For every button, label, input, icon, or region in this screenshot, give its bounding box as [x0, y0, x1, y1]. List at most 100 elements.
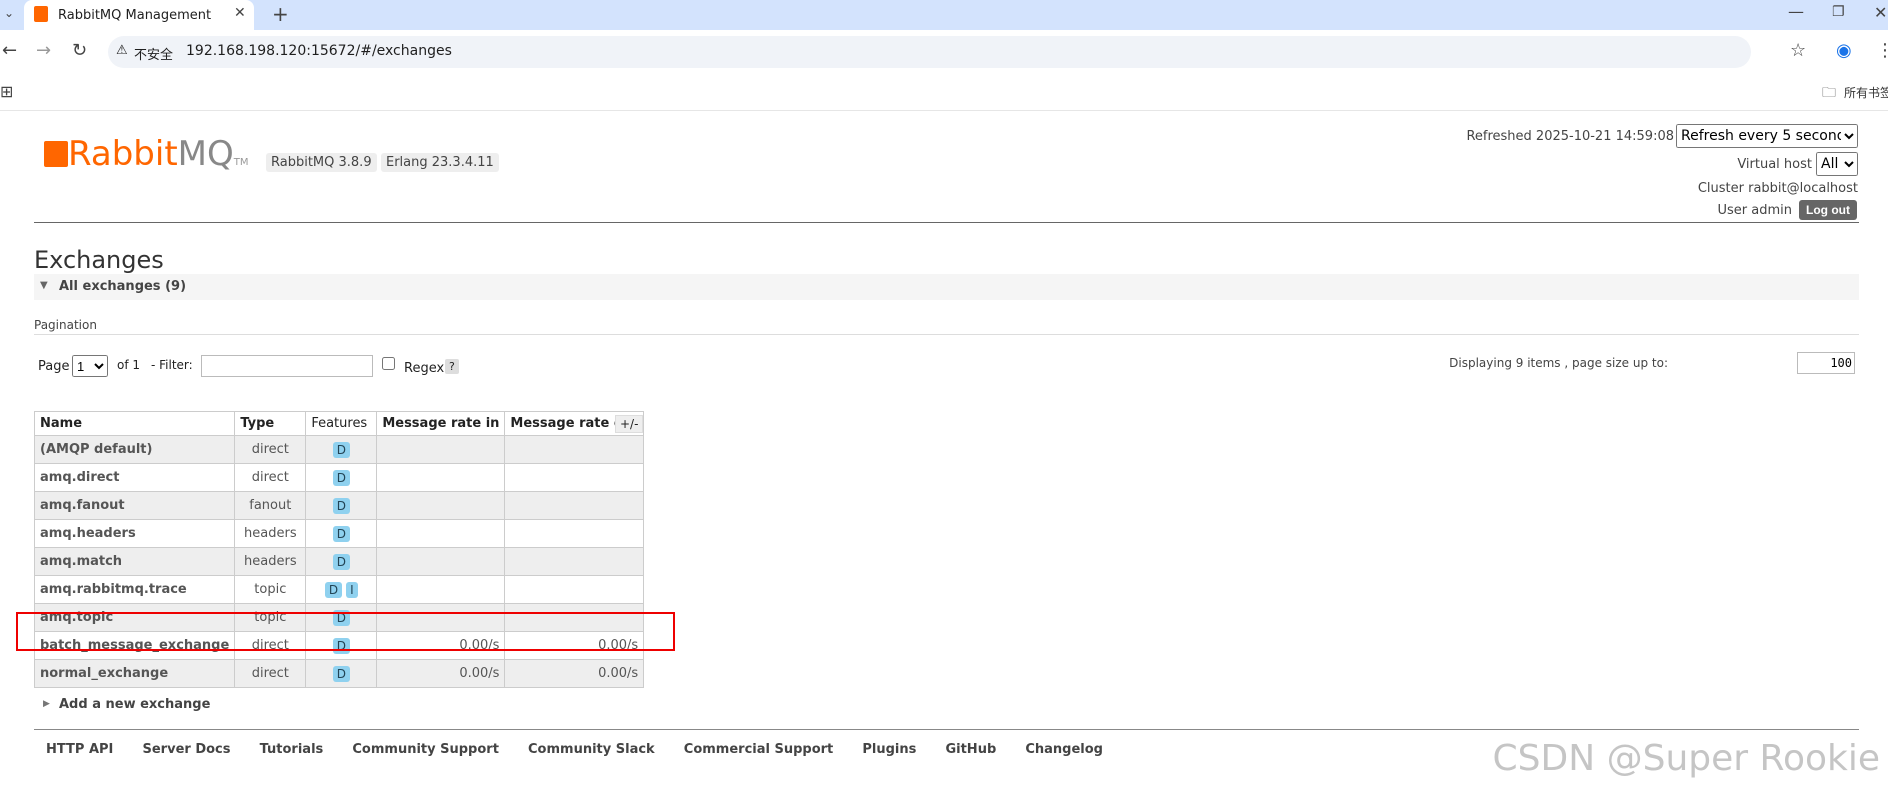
- filter-input[interactable]: [201, 355, 373, 377]
- forward-icon[interactable]: →: [36, 40, 51, 61]
- exchange-name-link[interactable]: amq.direct: [33, 463, 236, 492]
- minimize-icon[interactable]: —: [1788, 2, 1804, 21]
- tab-title: RabbitMQ Management: [58, 8, 212, 23]
- exchange-type: direct: [234, 435, 307, 464]
- durable-badge: D: [332, 525, 350, 542]
- warning-icon[interactable]: ⚠: [116, 43, 128, 58]
- table-row[interactable]: normal_exchange direct D 0.00/s 0.00/s: [33, 659, 645, 688]
- message-rate-in: [376, 547, 506, 576]
- url-text[interactable]: 192.168.198.120:15672/#/exchanges: [186, 43, 452, 59]
- message-rate-out: 0.00/s: [504, 659, 645, 688]
- virtual-host-label: Virtual host: [1737, 157, 1812, 172]
- page-select[interactable]: 1: [72, 355, 108, 377]
- bookmark-star-icon[interactable]: ☆: [1790, 40, 1806, 61]
- table-row[interactable]: amq.rabbitmq.trace topic D I: [33, 575, 645, 604]
- refreshed-time: Refreshed 2025-10-21 14:59:08: [1466, 129, 1674, 144]
- profile-icon[interactable]: ◉: [1836, 40, 1852, 61]
- all-bookmarks-label[interactable]: 所有书签: [1844, 84, 1888, 101]
- exchange-name-link[interactable]: (AMQP default): [33, 435, 236, 464]
- exchange-features: DI: [305, 575, 378, 604]
- table-row[interactable]: amq.headers headers D: [33, 519, 645, 548]
- durable-badge: D: [332, 665, 350, 682]
- columns-toggle-button[interactable]: +/-: [615, 415, 644, 433]
- durable-badge: D: [332, 497, 350, 514]
- message-rate-in: [376, 435, 506, 464]
- tab-search-icon[interactable]: ⌄: [4, 6, 14, 20]
- menu-icon[interactable]: ⋮: [1876, 40, 1888, 61]
- rabbitmq-favicon-icon: [34, 6, 48, 22]
- page-size-input[interactable]: [1797, 352, 1855, 374]
- durable-badge: D: [332, 469, 350, 486]
- section-title[interactable]: All exchanges (9): [59, 279, 186, 294]
- apps-grid-icon[interactable]: ⊞: [0, 82, 13, 101]
- table-header-row: Name Type Features Message rate in Messa…: [33, 411, 645, 436]
- restore-icon[interactable]: ❐: [1832, 4, 1845, 20]
- message-rate-out: [504, 547, 645, 576]
- exchange-features: D: [305, 435, 378, 464]
- footer-links: HTTP API Server Docs Tutorials Community…: [46, 738, 1127, 757]
- logo-rabbit-text: Rabbit: [68, 134, 178, 174]
- durable-badge: D: [332, 553, 350, 570]
- exchange-name-link[interactable]: amq.fanout: [33, 491, 236, 520]
- durable-badge: D: [332, 441, 350, 458]
- col-type-header[interactable]: Type: [234, 411, 307, 436]
- logo-mq-text: MQ: [177, 134, 234, 174]
- exchange-type: direct: [234, 463, 307, 492]
- exchange-features: D: [305, 463, 378, 492]
- erlang-badge: Erlang 23.3.4.11: [381, 153, 499, 172]
- exchange-name-link[interactable]: amq.headers: [33, 519, 236, 548]
- folder-icon[interactable]: 🗀: [1822, 82, 1836, 106]
- pagination-label: Pagination: [34, 318, 97, 332]
- col-rate-in-header[interactable]: Message rate in: [376, 411, 506, 436]
- table-row[interactable]: amq.direct direct D: [33, 463, 645, 492]
- exchange-name-link[interactable]: amq.match: [33, 547, 236, 576]
- durable-badge: D: [324, 581, 343, 598]
- message-rate-out: [504, 575, 645, 604]
- footer-link-changelog[interactable]: Changelog: [1025, 742, 1103, 757]
- pagination-divider: [34, 334, 1859, 335]
- refresh-interval-select[interactable]: Refresh every 5 seconds: [1676, 124, 1858, 148]
- logout-button[interactable]: Log out: [1799, 200, 1857, 220]
- all-exchanges-section-header[interactable]: [34, 274, 1859, 300]
- expand-triangle-icon[interactable]: ▶: [43, 699, 50, 709]
- version-badge: RabbitMQ 3.8.9: [266, 153, 377, 172]
- footer-divider: [34, 729, 1859, 730]
- rabbitmq-logo[interactable]: RabbitMQTM: [44, 134, 249, 174]
- add-exchange-toggle[interactable]: Add a new exchange: [59, 697, 210, 712]
- collapse-triangle-icon[interactable]: ▼: [40, 280, 48, 291]
- filter-label: - Filter:: [151, 358, 193, 372]
- regex-help-button[interactable]: ?: [445, 359, 459, 374]
- virtual-host-select[interactable]: All: [1816, 152, 1858, 176]
- new-tab-icon[interactable]: +: [272, 2, 289, 26]
- message-rate-in: [376, 519, 506, 548]
- col-name-header[interactable]: Name: [33, 411, 236, 436]
- reload-icon[interactable]: ↻: [72, 40, 87, 61]
- regex-checkbox[interactable]: [382, 357, 395, 370]
- exchange-features: D: [305, 519, 378, 548]
- close-tab-icon[interactable]: ✕: [234, 5, 246, 21]
- message-rate-out: [504, 491, 645, 520]
- footer-link-github[interactable]: GitHub: [945, 742, 996, 757]
- footer-link-plugins[interactable]: Plugins: [862, 742, 916, 757]
- exchange-name-link[interactable]: amq.rabbitmq.trace: [33, 575, 236, 604]
- bookmarks-bar: [0, 78, 1888, 111]
- table-row[interactable]: amq.fanout fanout D: [33, 491, 645, 520]
- footer-link-commercial-support[interactable]: Commercial Support: [684, 742, 834, 757]
- footer-link-http-api[interactable]: HTTP API: [46, 742, 113, 757]
- security-label[interactable]: 不安全: [134, 44, 173, 63]
- exchange-type: headers: [234, 547, 307, 576]
- highlight-box: [16, 612, 675, 651]
- footer-link-tutorials[interactable]: Tutorials: [260, 742, 324, 757]
- close-window-icon[interactable]: ✕: [1874, 3, 1887, 22]
- exchange-type: direct: [234, 659, 307, 688]
- exchange-name-link[interactable]: normal_exchange: [33, 659, 236, 688]
- table-row[interactable]: amq.match headers D: [33, 547, 645, 576]
- footer-link-community-slack[interactable]: Community Slack: [528, 742, 655, 757]
- displaying-items-label: Displaying 9 items , page size up to:: [1449, 356, 1668, 370]
- col-features-header: Features: [305, 411, 378, 436]
- table-row[interactable]: (AMQP default) direct D: [33, 435, 645, 464]
- message-rate-out: [504, 519, 645, 548]
- footer-link-community-support[interactable]: Community Support: [352, 742, 499, 757]
- footer-link-server-docs[interactable]: Server Docs: [143, 742, 231, 757]
- back-icon[interactable]: ←: [2, 40, 17, 61]
